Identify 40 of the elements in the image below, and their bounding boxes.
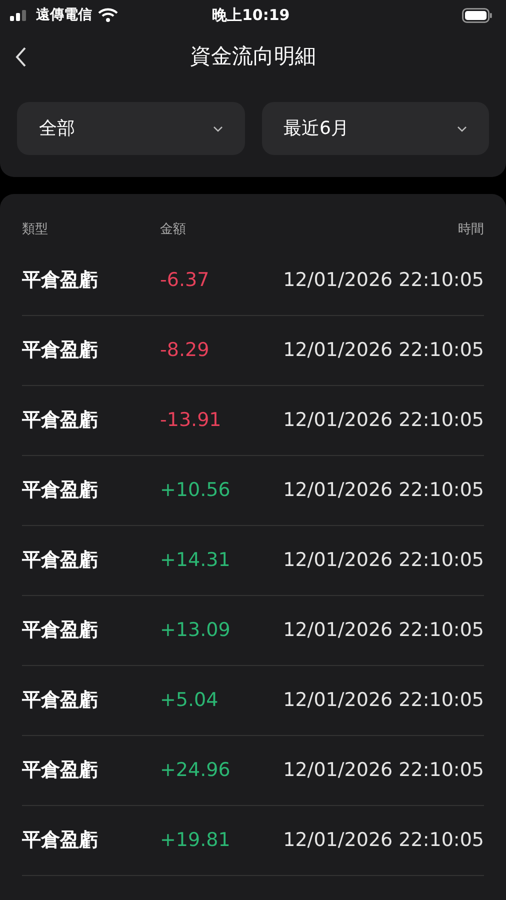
filter-dropdown[interactable]: 最近6月 — [262, 102, 489, 155]
type-cell-text: 平倉盈虧 — [22, 408, 99, 433]
amount-cell-text: -8.29 — [160, 338, 210, 363]
column-header: 時間 — [458, 221, 484, 239]
time-cell-text: 12/01/2026 22:10:05 — [283, 548, 484, 573]
carrier-name: 遠傳電信 — [36, 6, 92, 24]
time-cell-text: 12/01/2026 22:10:05 — [283, 758, 484, 783]
amount-cell-text: +19.81 — [160, 828, 232, 853]
clock-time: 晚上10:19 — [212, 4, 290, 26]
time-cell-text: 12/01/2026 22:10:05 — [283, 688, 484, 713]
amount-cell-text: +13.09 — [160, 618, 232, 643]
back-icon[interactable] — [14, 46, 28, 68]
time-cell-text: 12/01/2026 22:10:05 — [283, 828, 484, 853]
amount-cell-text: -13.91 — [160, 408, 222, 433]
time-cell-text: 12/01/2026 22:10:05 — [283, 338, 484, 363]
page-title: 資金流向明細 — [190, 43, 316, 70]
time-cell-text: 12/01/2026 22:10:05 — [283, 618, 484, 643]
type-cell-text: 平倉盈虧 — [22, 478, 99, 503]
column-header: 金額 — [160, 221, 187, 239]
amount-cell-text: +5.04 — [160, 688, 220, 713]
time-cell-text: 12/01/2026 22:10:05 — [283, 408, 484, 433]
filter-dropdown[interactable]: 全部 — [17, 102, 244, 155]
wifi-icon — [98, 8, 118, 22]
amount-cell-text: +10.56 — [160, 478, 232, 503]
column-header: 類型 — [22, 221, 49, 239]
type-cell-text: 平倉盈虧 — [22, 268, 99, 293]
time-cell-text: 12/01/2026 22:10:05 — [283, 268, 484, 293]
amount-cell-text: +14.31 — [160, 548, 232, 573]
time-cell-text: 12/01/2026 22:10:05 — [283, 478, 484, 503]
type-cell-text: 平倉盈虧 — [22, 688, 99, 713]
amount-cell-text: +24.96 — [160, 758, 232, 783]
battery-icon — [462, 8, 492, 22]
type-cell-text: 平倉盈虧 — [22, 758, 99, 783]
chevron-down-icon — [212, 126, 222, 132]
type-cell-text: 平倉盈虧 — [22, 548, 99, 573]
chevron-down-icon — [457, 126, 467, 132]
amount-cell-text: -6.37 — [160, 268, 210, 293]
type-cell-text: 平倉盈虧 — [22, 338, 99, 363]
type-cell-text: 平倉盈虧 — [22, 828, 99, 853]
type-cell-text: 平倉盈虧 — [22, 618, 99, 643]
